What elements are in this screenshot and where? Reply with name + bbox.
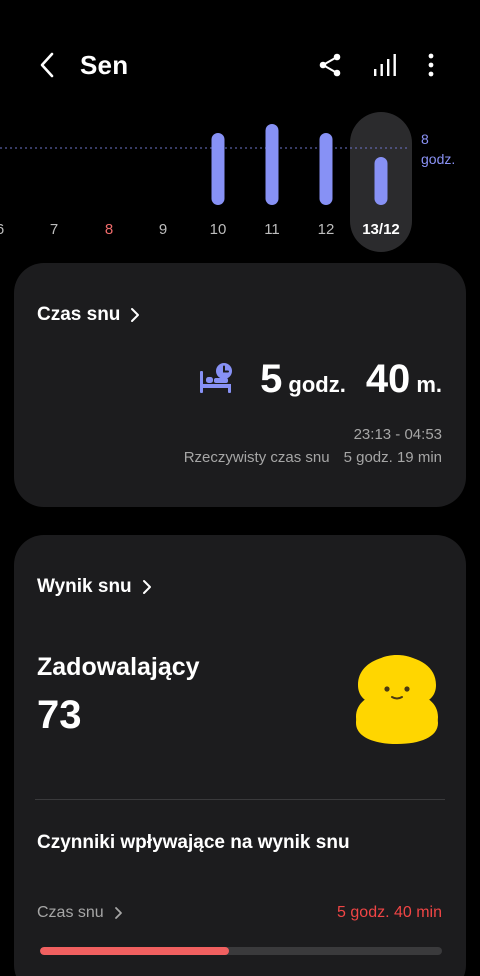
- app-header: Sen: [0, 38, 480, 92]
- sleep-bar-10[interactable]: [211, 133, 225, 205]
- target-label: 8 godz.: [421, 129, 455, 169]
- stats-bars-icon: [374, 54, 396, 76]
- day-label-10[interactable]: 10: [198, 221, 238, 238]
- duration-minutes-unit: m.: [416, 372, 442, 397]
- duration-minutes: 40: [365, 357, 411, 401]
- chevron-right-icon: [114, 907, 122, 919]
- chevron-right-icon: [142, 580, 151, 594]
- actual-sleep-label: Rzeczywisty czas snu: [183, 449, 330, 466]
- sleep-screen: Sen 8 godz. 7 8 9 10 11 12 13/12 Czas sn…: [0, 0, 480, 976]
- factor-value: 5 godz. 40 min: [337, 904, 442, 921]
- sleep-history-chart[interactable]: 8 godz. 678910111213/12: [0, 110, 480, 255]
- day-label-13-12[interactable]: 13/12: [361, 221, 401, 238]
- sleep-bar-12[interactable]: [319, 133, 333, 205]
- factor-progress-bar: [40, 947, 442, 955]
- sleep-time-range: 23:13 - 04:53: [353, 426, 442, 443]
- sleep-score-card[interactable]: Wynik snu Zadowalający 73 Czynniki wpływ…: [14, 535, 466, 976]
- sleep-duration: 5 godz. 40 m.: [260, 357, 442, 402]
- sleep-quality-label: Zadowalający: [37, 653, 200, 681]
- target-label-value: 8: [421, 131, 429, 147]
- duration-hours-unit: godz.: [288, 372, 346, 397]
- sleep-time-card[interactable]: Czas snu 5 godz. 40 m. 23:13 - 04:53 Rze…: [14, 263, 466, 507]
- duration-hours: 5: [260, 357, 283, 401]
- day-label-8[interactable]: 8: [89, 221, 129, 238]
- day-label-11[interactable]: 11: [252, 221, 292, 238]
- sleep-time-header[interactable]: Czas snu: [37, 304, 140, 326]
- sleep-score-title: Wynik snu: [37, 576, 132, 597]
- target-label-unit: godz.: [421, 151, 456, 167]
- actual-sleep-value: 5 godz. 19 min: [343, 449, 442, 466]
- actual-sleep-row: Rzeczywisty czas snu 5 godz. 19 min: [184, 449, 442, 466]
- factor-label-wrap: Czas snu: [37, 904, 123, 922]
- day-label-12[interactable]: 12: [306, 221, 346, 238]
- chart-bars-svg: [0, 124, 410, 205]
- sleep-bar-11[interactable]: [265, 124, 279, 205]
- share-button[interactable]: [313, 48, 347, 82]
- more-vert-icon: [428, 53, 434, 77]
- sleep-bar-13-12[interactable]: [374, 156, 388, 205]
- day-label-6[interactable]: 6: [0, 221, 20, 238]
- sleep-score-value: 73: [37, 693, 82, 737]
- back-arrow-icon: [40, 52, 54, 78]
- factor-progress-fill: [40, 947, 229, 955]
- factor-row-sleep-time[interactable]: Czas snu 5 godz. 40 min: [37, 904, 442, 926]
- sleep-time-title: Czas snu: [37, 304, 121, 325]
- page-title: Sen: [80, 50, 129, 80]
- sleep-mascot-icon: [356, 655, 438, 744]
- day-label-7[interactable]: 7: [34, 221, 74, 238]
- share-icon: [319, 53, 341, 77]
- section-divider: [35, 799, 445, 800]
- factor-label: Czas snu: [37, 904, 104, 921]
- chevron-right-icon: [131, 308, 140, 322]
- sleep-score-header[interactable]: Wynik snu: [37, 576, 152, 598]
- factors-title: Czynniki wpływające na wynik snu: [37, 832, 350, 853]
- statistics-button[interactable]: [367, 48, 401, 82]
- bed-clock-icon: [200, 363, 232, 393]
- more-options-button[interactable]: [414, 48, 448, 82]
- day-label-9[interactable]: 9: [143, 221, 183, 238]
- back-button[interactable]: [30, 46, 64, 84]
